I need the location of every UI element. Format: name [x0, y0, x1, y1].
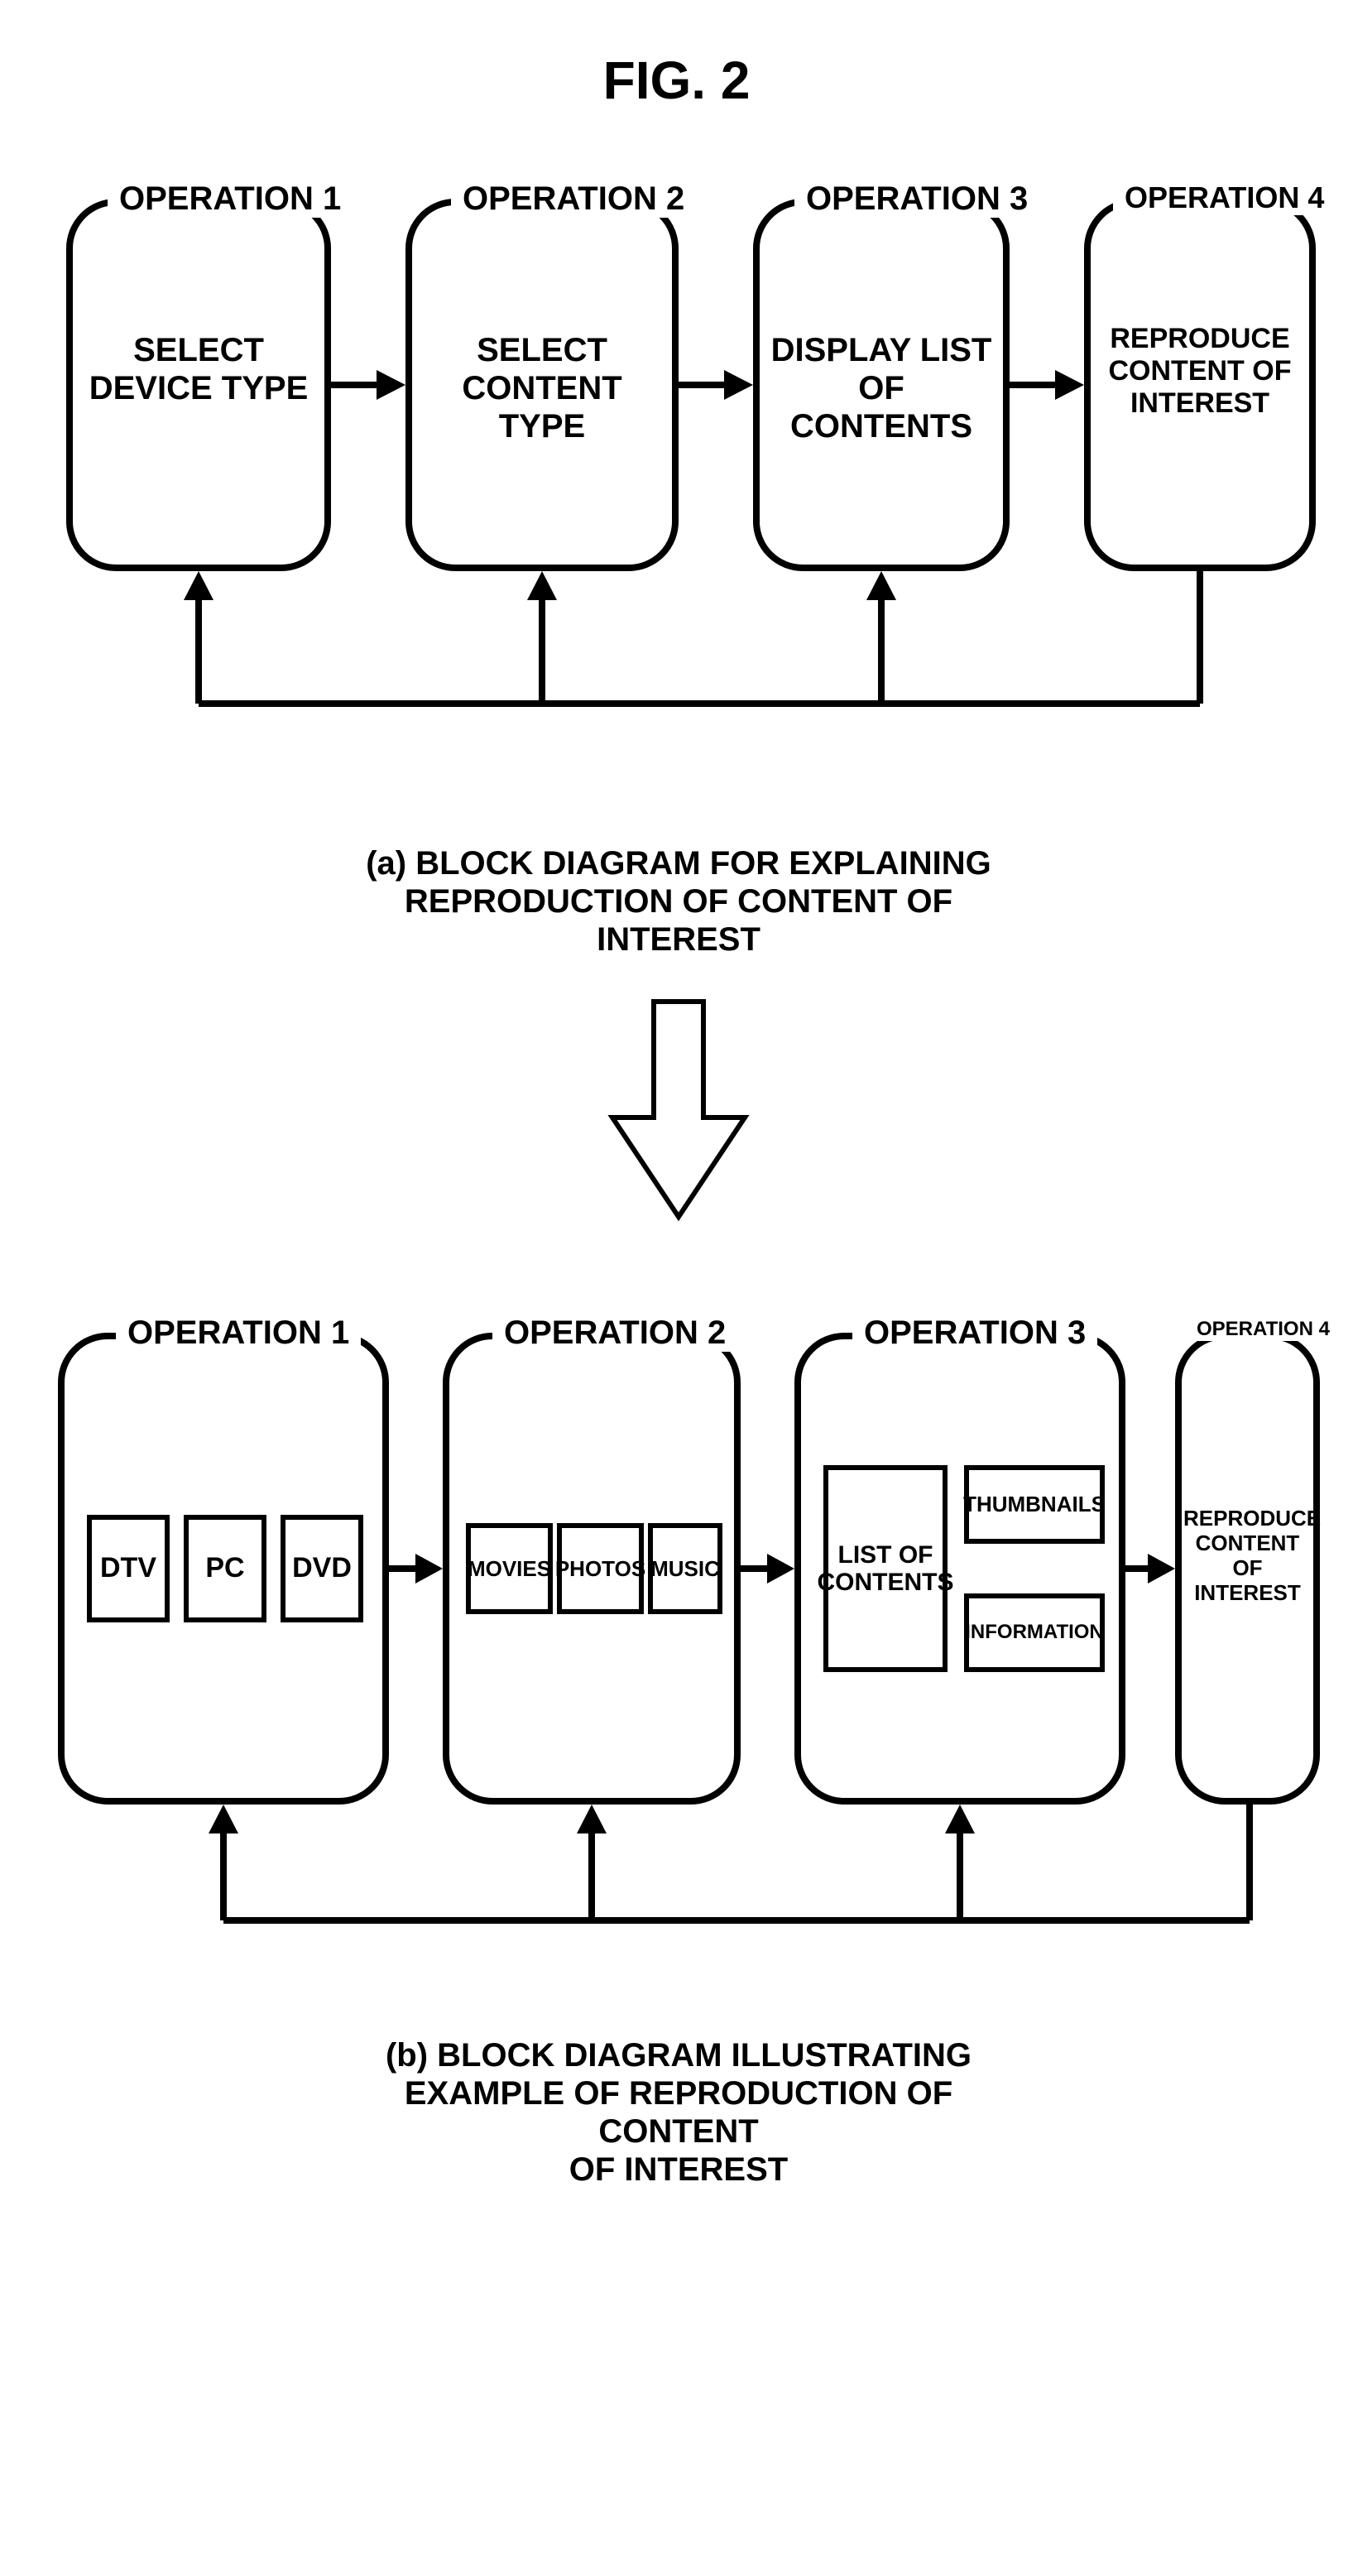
row2-op3-information: INFORMATION — [964, 1593, 1105, 1672]
row2-op1-item-pc: PC — [184, 1515, 266, 1622]
figure-title: FIG. 2 — [0, 50, 1353, 111]
row1-op2-label: OPERATION 2 — [451, 180, 696, 218]
row2-op1-label: OPERATION 1 — [116, 1314, 361, 1352]
row1-op4-text: REPRODUCE CONTENT OF INTEREST — [1096, 323, 1303, 420]
row1-op3-text: DISPLAY LIST OF CONTENTS — [770, 331, 993, 445]
row2-op1-item-dvd: DVD — [281, 1515, 363, 1622]
row2-op3-list: LIST OF CONTENTS — [823, 1465, 948, 1672]
row1-op4-label: OPERATION 4 — [1113, 180, 1336, 215]
row1-op1-label: OPERATION 1 — [108, 180, 353, 218]
row2-op2-item-movies: MOVIES — [466, 1523, 553, 1614]
row2-op3-thumbnails: THUMBNAILS — [964, 1465, 1105, 1544]
row2-op4-text: REPRODUCE CONTENT OF INTEREST — [1183, 1507, 1312, 1606]
row1-op3-label: OPERATION 3 — [794, 180, 1039, 218]
caption-a: (a) BLOCK DIAGRAM FOR EXPLAINING REPRODU… — [348, 844, 1010, 959]
row2-op1-item-dtv: DTV — [87, 1515, 170, 1622]
row2-op2-item-music: MUSIC — [648, 1523, 722, 1614]
row2-op2-item-photos: PHOTOS — [557, 1523, 644, 1614]
diagram-canvas: FIG. 2 OPERATION 1 SELECT DEVICE TYPE OP… — [0, 0, 1353, 2576]
row2-op4-label: OPERATION 4 — [1185, 1318, 1341, 1341]
row1-op2-text: SELECT CONTENT TYPE — [422, 331, 662, 445]
row2-op3-label: OPERATION 3 — [852, 1314, 1097, 1352]
row2-op2-label: OPERATION 2 — [492, 1314, 737, 1352]
row1-op1-text: SELECT DEVICE TYPE — [83, 331, 314, 407]
caption-b: (b) BLOCK DIAGRAM ILLUSTRATING EXAMPLE O… — [356, 2036, 1001, 2189]
